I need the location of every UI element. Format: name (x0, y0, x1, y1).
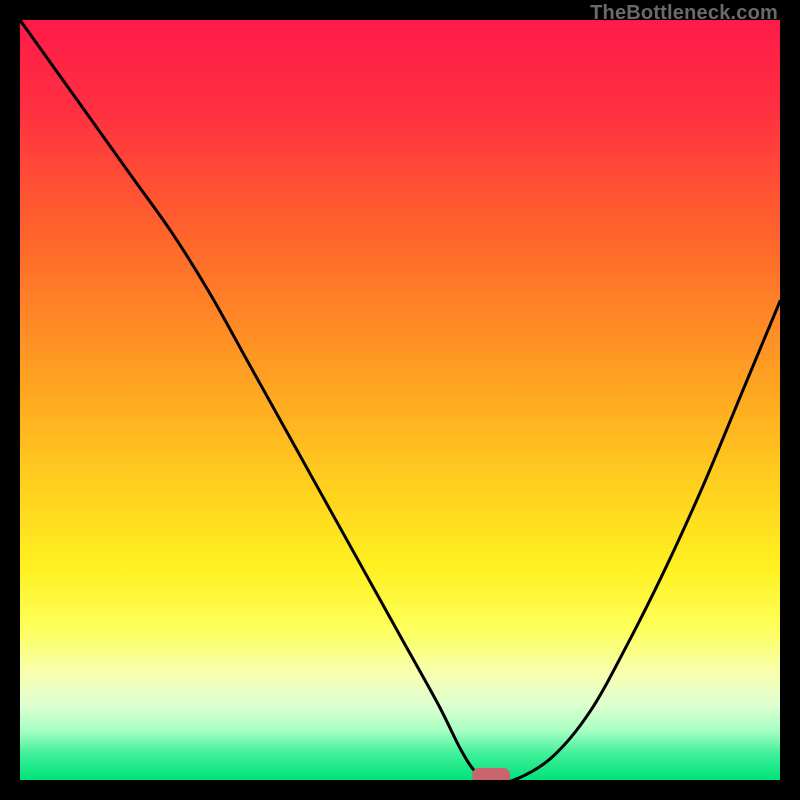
bottleneck-curve (20, 20, 780, 780)
chart-frame: TheBottleneck.com (0, 0, 800, 800)
optimal-marker (472, 768, 510, 780)
plot-area (20, 20, 780, 780)
curve-layer (20, 20, 780, 780)
watermark-text: TheBottleneck.com (590, 2, 778, 25)
